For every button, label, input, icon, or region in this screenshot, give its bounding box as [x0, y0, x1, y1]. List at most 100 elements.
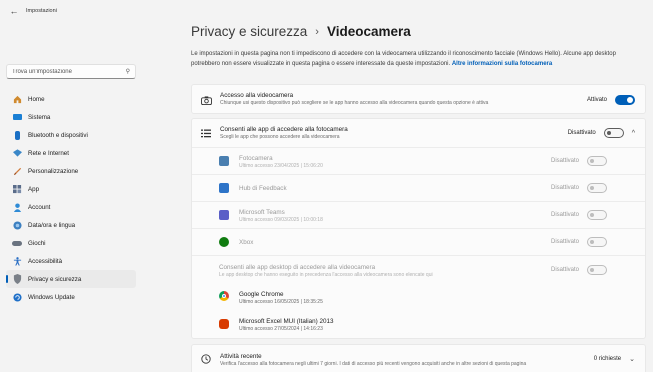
app-name: Fotocamera [239, 155, 273, 162]
camera-access-subtitle: Chiunque usi questo dispositivo può sceg… [220, 100, 489, 106]
sidebar-item-label: Home [28, 95, 45, 103]
sidebar-item-label: Bluetooth e dispositivi [28, 131, 88, 139]
search-input[interactable] [12, 68, 126, 75]
sidebar-item-label: Rete e Internet [28, 149, 69, 157]
sidebar-item-network[interactable]: Rete e Internet [6, 144, 136, 162]
page-description: Le impostazioni in questa pagina non ti … [191, 50, 646, 69]
sidebar-item-label: Giochi [28, 239, 46, 247]
app-toggle[interactable] [587, 156, 607, 166]
globe-clock-icon [12, 220, 22, 230]
teams-icon [219, 210, 229, 220]
update-icon [12, 292, 22, 302]
app-toggle[interactable] [587, 210, 607, 220]
camera-access-title: Accesso alla videocamera [220, 92, 294, 99]
app-toggle[interactable] [587, 237, 607, 247]
app-access-toggle[interactable] [603, 128, 624, 138]
sidebar-item-label: Accessibilità [28, 257, 63, 265]
sidebar-item-label: Windows Update [28, 293, 75, 301]
list-item: Xbox Disattivato [192, 228, 645, 255]
sidebar-item-label: Data/ora e lingua [28, 221, 76, 229]
list-item: Hub di Feedback Disattivato [192, 174, 645, 201]
list-item: Microsoft Excel MUI (Italian) 2013 Ultim… [192, 310, 645, 338]
list-item: Fotocamera Ultimo accesso 23/04/2025 | 1… [192, 147, 645, 174]
recent-activity-count: 0 richieste [593, 356, 622, 362]
desktop-apps-state: Disattivato [550, 267, 579, 273]
sidebar-item-label: Account [28, 203, 51, 211]
desktop-apps-toggle[interactable] [587, 265, 607, 275]
shield-icon [12, 274, 22, 284]
app-name: Xbox [239, 239, 254, 246]
sidebar-item-system[interactable]: Sistema [6, 108, 136, 126]
breadcrumb-parent[interactable]: Privacy e sicurezza [191, 24, 307, 39]
chevron-down-icon[interactable]: ⌄ [629, 355, 635, 363]
app-name: Hub di Feedback [239, 185, 287, 192]
sidebar-item-gaming[interactable]: Giochi [6, 234, 136, 252]
recent-activity-card[interactable]: Attività recente Verifica l'accesso alla… [191, 344, 646, 372]
app-state: Disattivato [550, 212, 579, 218]
app-name: Google Chrome [239, 291, 284, 298]
app-last-access: Ultimo accesso 16/05/2025 | 18:35:25 [239, 299, 323, 305]
app-last-access: Ultimo accesso 09/03/2025 | 10:00:18 [239, 217, 323, 223]
bluetooth-icon [12, 130, 22, 140]
sidebar-item-time-language[interactable]: Data/ora e lingua [6, 216, 136, 234]
apps-icon [12, 184, 22, 194]
breadcrumb: Privacy e sicurezza › Videocamera [191, 24, 411, 39]
sidebar-item-apps[interactable]: App [6, 180, 136, 198]
title-bar: ← Impostazioni [0, 0, 653, 22]
app-name: Microsoft Teams [239, 209, 285, 216]
xbox-icon [219, 237, 229, 247]
sidebar-item-accessibility[interactable]: Accessibilità [6, 252, 136, 270]
breadcrumb-separator: › [315, 25, 319, 38]
app-access-title: Consenti alle app di accedere alla fotoc… [220, 126, 348, 133]
app-access-header[interactable]: Consenti alle app di accedere alla fotoc… [192, 119, 645, 147]
camera-app-icon [219, 156, 229, 166]
feedback-hub-icon [219, 183, 229, 193]
search-icon[interactable]: ⚲ [126, 68, 130, 75]
search-box[interactable]: ⚲ [6, 64, 136, 79]
app-last-access: Ultimo accesso 23/04/2025 | 15:06:20 [239, 163, 323, 169]
chevron-up-icon[interactable]: ^ [632, 130, 635, 137]
list-item: Microsoft Teams Ultimo accesso 09/03/202… [192, 201, 645, 228]
network-icon [12, 148, 22, 158]
account-icon [12, 202, 22, 212]
desktop-apps-title: Consenti alle app desktop di accedere al… [219, 264, 376, 271]
app-access-state: Disattivato [567, 130, 596, 136]
list-item: Google Chrome Ultimo accesso 16/05/2025 … [192, 282, 645, 310]
list-icon [200, 127, 212, 139]
chrome-icon [219, 291, 229, 301]
camera-access-toggle[interactable] [615, 95, 635, 105]
learn-more-link[interactable]: Altre informazioni sulla fotocamera [452, 61, 552, 67]
desktop-apps-row: Consenti alle app desktop di accedere al… [192, 255, 645, 282]
home-icon [12, 94, 22, 104]
sidebar-item-account[interactable]: Account [6, 198, 136, 216]
office-icon [219, 319, 229, 329]
back-arrow-icon[interactable]: ← [4, 1, 24, 21]
sidebar-item-home[interactable]: Home [6, 90, 136, 108]
app-last-access: Ultimo accesso 27/05/2024 | 14:16:23 [239, 326, 323, 332]
sidebar-nav: Home Sistema Bluetooth e dispositivi Ret… [6, 90, 136, 306]
camera-icon [200, 94, 212, 106]
sidebar-item-label: Sistema [28, 113, 51, 121]
page-title: Videocamera [326, 24, 411, 39]
camera-access-card: Accesso alla videocamera Chiunque usi qu… [191, 84, 646, 114]
camera-access-state: Attivato [586, 97, 607, 103]
app-name: Microsoft Excel MUI (Italian) 2013 [239, 318, 334, 325]
recent-activity-title: Attività recente [220, 353, 262, 360]
system-icon [12, 112, 22, 122]
app-state: Disattivato [550, 185, 579, 191]
sidebar-item-windows-update[interactable]: Windows Update [6, 288, 136, 306]
sidebar-item-privacy[interactable]: Privacy e sicurezza [6, 270, 136, 288]
sidebar-item-personalization[interactable]: Personalizzazione [6, 162, 136, 180]
sidebar-item-label: Privacy e sicurezza [28, 275, 82, 283]
accessibility-icon [12, 256, 22, 266]
recent-activity-subtitle: Verifica l'accesso alla fotocamera negli… [220, 361, 527, 367]
brush-icon [12, 166, 22, 176]
sidebar-item-label: Personalizzazione [28, 167, 79, 175]
app-access-subtitle: Scegli le app che possono accedere alla … [220, 134, 340, 140]
app-toggle[interactable] [587, 183, 607, 193]
gamepad-icon [12, 238, 22, 248]
app-state: Disattivato [550, 158, 579, 164]
sidebar-item-bluetooth[interactable]: Bluetooth e dispositivi [6, 126, 136, 144]
app-state: Disattivato [550, 239, 579, 245]
history-icon [200, 353, 212, 365]
